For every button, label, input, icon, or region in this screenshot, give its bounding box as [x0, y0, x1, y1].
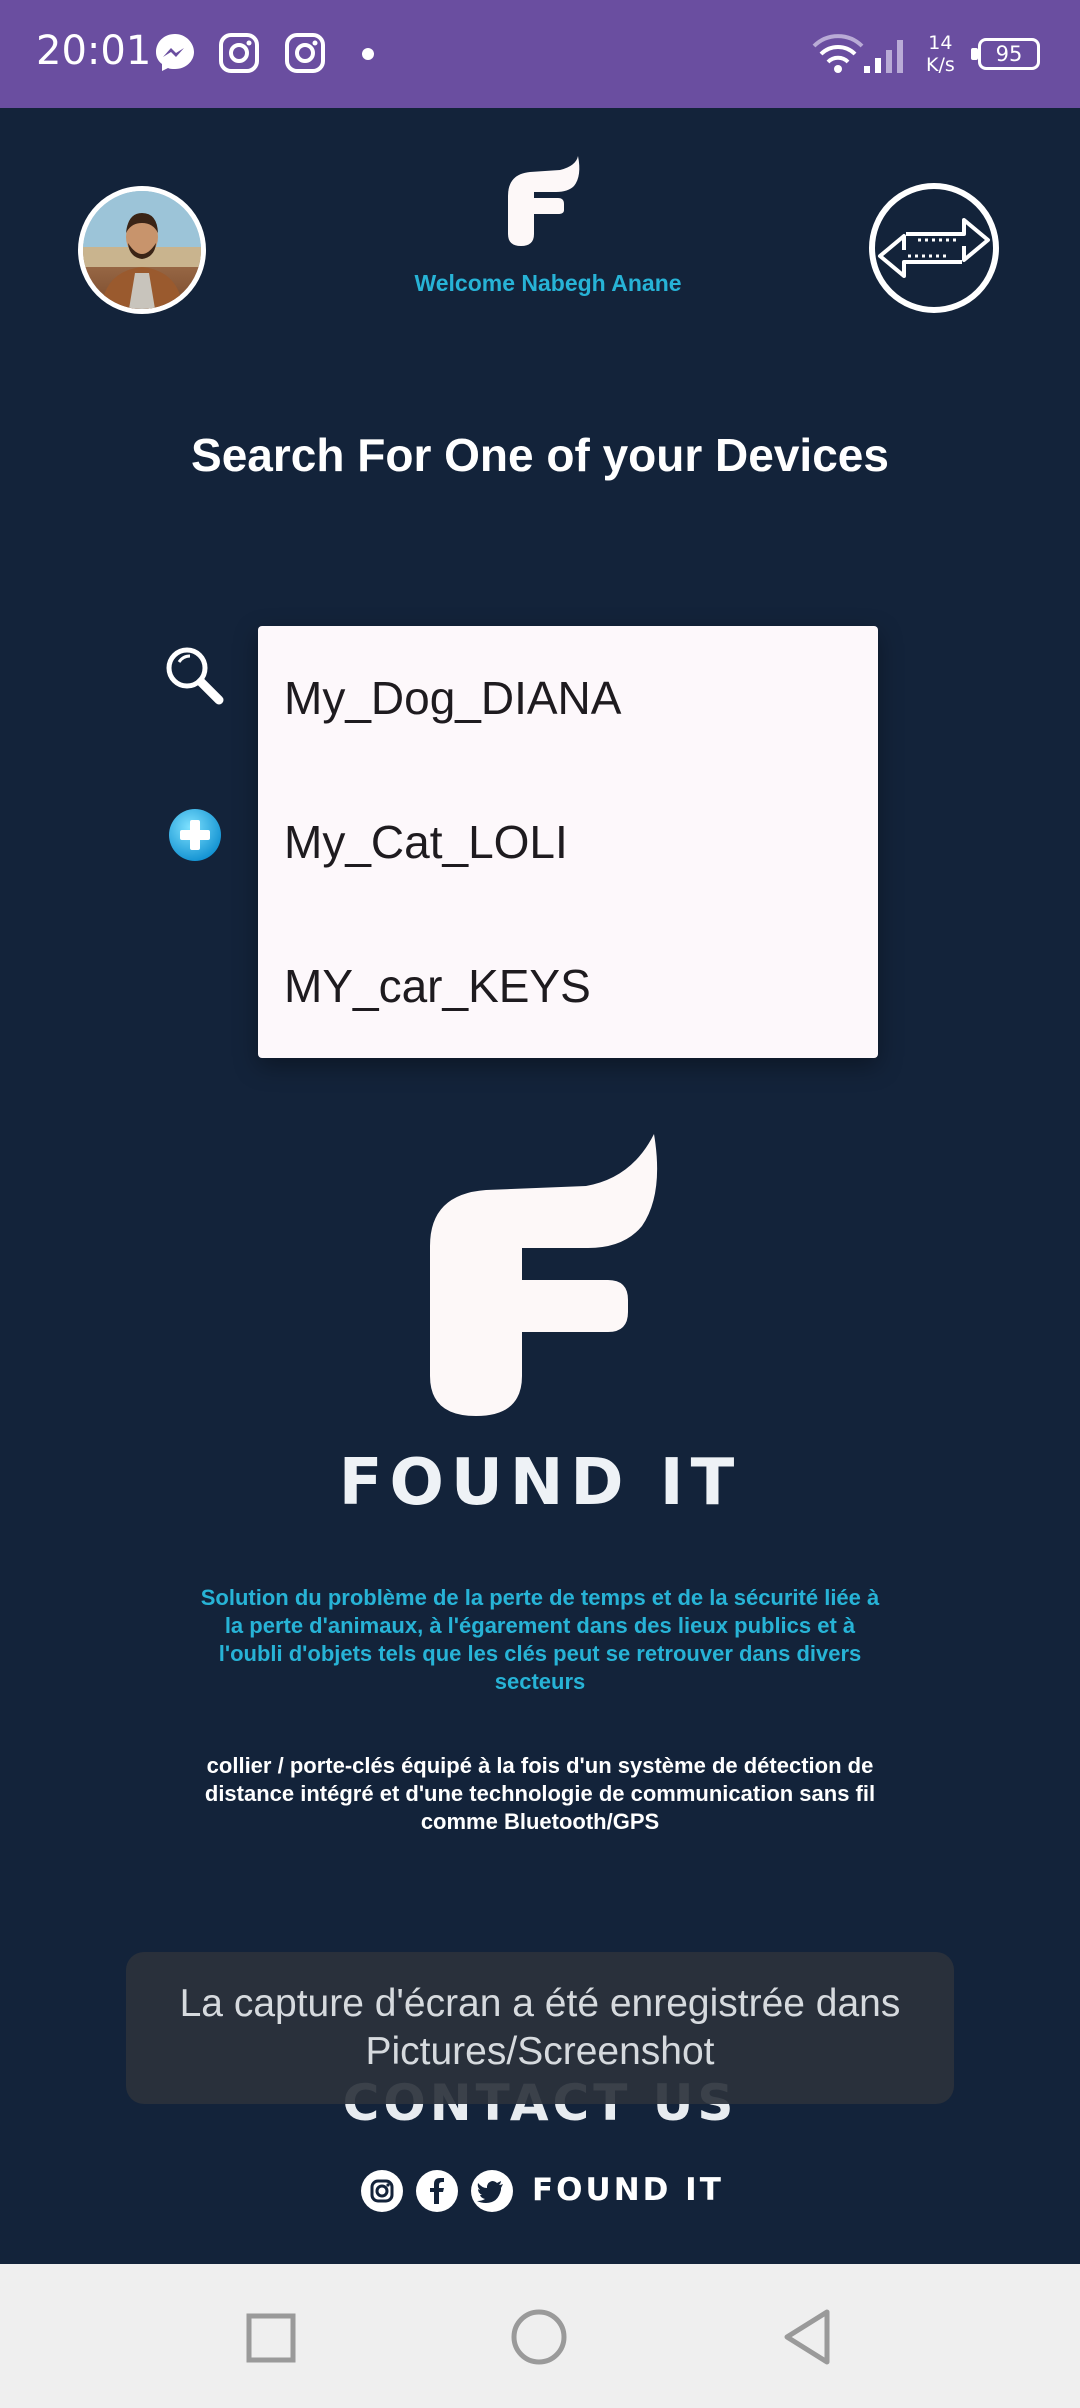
product-description: collier / porte-clés équipé à la fois d'…: [204, 1753, 876, 1834]
search-icon[interactable]: [163, 644, 225, 706]
device-dropdown[interactable]: My_Dog_DIANA My_Cat_LOLI MY_car_KEYS: [258, 626, 878, 1058]
battery-nub: [971, 48, 978, 60]
twitter-icon[interactable]: [471, 2170, 513, 2212]
switch-arrows-icon[interactable]: [868, 182, 1000, 314]
dropdown-item-keys[interactable]: MY_car_KEYS: [258, 914, 878, 1058]
add-circle-icon[interactable]: [168, 808, 222, 862]
footer-brand: FOUND IT: [532, 2172, 724, 2208]
battery-level: 95: [995, 42, 1023, 66]
dropdown-item-cat[interactable]: My_Cat_LOLI: [258, 770, 878, 914]
found-it-logo-icon: [430, 1134, 658, 1416]
recents-button[interactable]: [235, 2302, 305, 2372]
facebook-icon[interactable]: [416, 2170, 458, 2212]
app-logo-icon: [508, 156, 580, 246]
network-speed: 14 K/s: [926, 32, 955, 76]
page-title: Search For One of your Devices: [191, 429, 889, 481]
screenshot-toast: La capture d'écran a été enregistrée dan…: [126, 1952, 954, 2104]
speed-value: 14: [928, 32, 953, 54]
system-nav-bar: [0, 2264, 1080, 2408]
instagram-icon: [219, 33, 259, 73]
status-bar: 20:01 14 K/s 95: [0, 0, 1080, 108]
instagram-icon[interactable]: [361, 2170, 403, 2212]
dropdown-item-dog[interactable]: My_Dog_DIANA: [258, 626, 878, 770]
home-button[interactable]: [504, 2302, 574, 2372]
brand-description: Solution du problème de la perte de temp…: [200, 1585, 880, 1694]
signal-icon: [864, 40, 903, 73]
wifi-icon: [812, 34, 864, 73]
brand-name: FOUND IT: [338, 1446, 742, 1520]
messenger-icon: [156, 34, 194, 71]
dot-icon: [362, 48, 374, 60]
back-button[interactable]: [773, 2302, 843, 2372]
status-time: 20:01: [36, 28, 152, 74]
instagram-icon: [285, 33, 325, 73]
speed-unit: K/s: [926, 54, 955, 76]
